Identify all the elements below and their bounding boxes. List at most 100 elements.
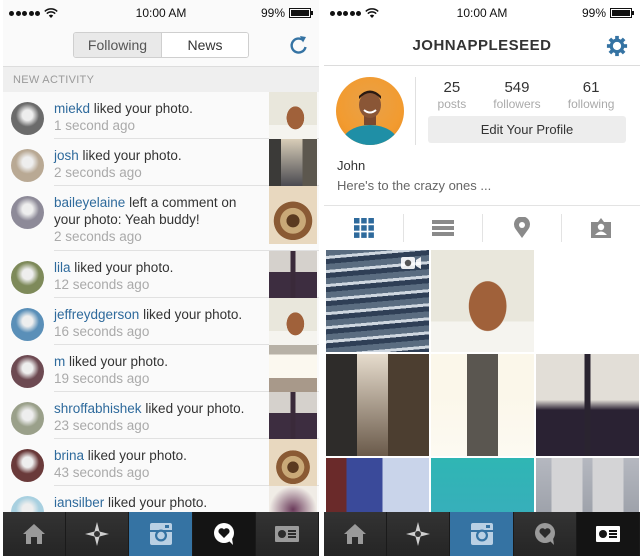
grid-photo[interactable] bbox=[536, 250, 639, 352]
activity-username[interactable]: josh bbox=[54, 148, 79, 163]
user-avatar[interactable] bbox=[11, 149, 44, 182]
photo-thumbnail[interactable] bbox=[269, 392, 317, 439]
segment-news[interactable]: News bbox=[161, 33, 248, 57]
wifi-icon bbox=[44, 7, 58, 18]
grid-photo[interactable] bbox=[326, 354, 429, 456]
view-tab-tagged[interactable] bbox=[561, 206, 640, 250]
user-avatar[interactable] bbox=[11, 355, 44, 388]
activity-item[interactable]: miekd liked your photo. 1 second ago bbox=[3, 92, 319, 139]
user-avatar[interactable] bbox=[11, 402, 44, 435]
activity-username[interactable]: baileyelaine bbox=[54, 195, 125, 210]
activity-username[interactable]: iansilber bbox=[54, 495, 104, 510]
tab-news[interactable] bbox=[513, 512, 577, 556]
user-avatar[interactable] bbox=[11, 308, 44, 341]
activity-username[interactable]: brina bbox=[54, 448, 84, 463]
battery-percent: 99% bbox=[581, 6, 606, 20]
activity-item[interactable]: josh liked your photo. 2 seconds ago bbox=[3, 139, 319, 186]
tab-profile[interactable] bbox=[576, 512, 640, 556]
battery-icon bbox=[289, 8, 313, 18]
activity-username[interactable]: miekd bbox=[54, 101, 90, 116]
profile-username: JOHNAPPLESEED bbox=[412, 37, 552, 54]
news-icon bbox=[213, 523, 234, 545]
activity-username[interactable]: shroffabhishek bbox=[54, 401, 142, 416]
tab-home[interactable] bbox=[3, 512, 67, 556]
activity-time: 16 seconds ago bbox=[54, 324, 150, 339]
profile-header: JOHNAPPLESEED bbox=[324, 26, 640, 66]
activity-username[interactable]: jeffreydgerson bbox=[54, 307, 139, 322]
status-bar: 10:00 AM 99% bbox=[3, 0, 319, 26]
profile-avatar[interactable] bbox=[336, 77, 404, 145]
feed-segmented-control: Following News bbox=[73, 32, 249, 58]
news-icon bbox=[534, 523, 555, 545]
tab-explore[interactable] bbox=[387, 512, 451, 556]
photo-thumbnail[interactable] bbox=[269, 298, 317, 345]
activity-action: liked your photo. bbox=[78, 148, 182, 163]
activity-item[interactable]: lila liked your photo. 12 seconds ago bbox=[3, 251, 319, 298]
activity-item[interactable]: jeffreydgerson liked your photo. 16 seco… bbox=[3, 298, 319, 345]
activity-action: liked your photo. bbox=[65, 354, 169, 369]
photo-thumbnail[interactable] bbox=[269, 345, 317, 392]
activity-username[interactable]: lila bbox=[54, 260, 71, 275]
location-pin-icon bbox=[513, 217, 530, 238]
activity-time: 1 second ago bbox=[54, 118, 136, 133]
activity-action: liked your photo. bbox=[139, 307, 243, 322]
user-avatar[interactable] bbox=[11, 261, 44, 294]
profile-screen: 10:00 AM 99% JOHNAPPLESEED 25 posts 549 … bbox=[324, 0, 640, 556]
segment-following[interactable]: Following bbox=[74, 33, 161, 57]
user-avatar[interactable] bbox=[11, 196, 44, 229]
news-screen: 10:00 AM 99% Following News NEW ACTIVITY… bbox=[3, 0, 319, 556]
stat-followers[interactable]: 549 followers bbox=[493, 79, 540, 111]
photo-thumbnail[interactable] bbox=[269, 251, 317, 298]
video-icon bbox=[401, 257, 421, 269]
signal-bars-icon bbox=[330, 10, 361, 16]
tab-camera[interactable] bbox=[129, 512, 193, 556]
activity-list[interactable]: miekd liked your photo. 1 second ago jos… bbox=[3, 92, 319, 533]
news-header: Following News bbox=[3, 26, 319, 64]
view-tab-grid[interactable] bbox=[324, 206, 403, 250]
tab-profile[interactable] bbox=[255, 512, 319, 556]
photo-thumbnail[interactable] bbox=[269, 186, 317, 244]
section-new-activity: NEW ACTIVITY bbox=[3, 66, 319, 92]
tagged-photos-icon bbox=[590, 218, 611, 238]
grid-photo[interactable] bbox=[536, 354, 639, 456]
activity-time: 43 seconds ago bbox=[54, 465, 150, 480]
grid-photo[interactable] bbox=[431, 354, 534, 456]
photo-thumbnail[interactable] bbox=[269, 92, 317, 139]
grid-photo[interactable] bbox=[431, 250, 534, 352]
tab-home[interactable] bbox=[324, 512, 388, 556]
tab-news[interactable] bbox=[192, 512, 256, 556]
stat-posts[interactable]: 25 posts bbox=[438, 79, 467, 111]
activity-item[interactable]: brina liked your photo. 43 seconds ago bbox=[3, 439, 319, 486]
status-bar: 10:00 AM 99% bbox=[324, 0, 640, 26]
activity-item[interactable]: shroffabhishek liked your photo. 23 seco… bbox=[3, 392, 319, 439]
wifi-icon bbox=[365, 7, 379, 18]
photo-thumbnail[interactable] bbox=[269, 139, 317, 186]
edit-profile-button[interactable]: Edit Your Profile bbox=[428, 116, 626, 143]
refresh-icon[interactable] bbox=[289, 34, 309, 56]
gear-icon[interactable] bbox=[606, 35, 628, 57]
activity-action: liked your photo. bbox=[70, 260, 174, 275]
photo-thumbnail[interactable] bbox=[269, 439, 317, 486]
tab-explore[interactable] bbox=[66, 512, 130, 556]
profile-stats: 25 posts 549 followers 61 following bbox=[424, 79, 628, 111]
activity-username[interactable]: m bbox=[54, 354, 65, 369]
tab-camera[interactable] bbox=[450, 512, 514, 556]
profile-bio: Here's to the crazy ones ... bbox=[337, 178, 492, 193]
activity-time: 19 seconds ago bbox=[54, 371, 150, 386]
activity-time: 2 seconds ago bbox=[54, 165, 142, 180]
activity-time: 12 seconds ago bbox=[54, 277, 150, 292]
profile-icon bbox=[595, 526, 620, 542]
user-avatar[interactable] bbox=[11, 449, 44, 482]
stat-following[interactable]: 61 following bbox=[568, 79, 615, 111]
activity-item[interactable]: m liked your photo. 19 seconds ago bbox=[3, 345, 319, 392]
user-avatar[interactable] bbox=[11, 102, 44, 135]
signal-indicator bbox=[9, 7, 58, 19]
activity-item[interactable]: baileyelaine left a comment on your phot… bbox=[3, 186, 319, 251]
divider bbox=[415, 77, 416, 145]
activity-action: liked your photo. bbox=[84, 448, 187, 463]
view-tab-map[interactable] bbox=[482, 206, 561, 250]
activity-action: liked your photo. bbox=[104, 495, 208, 510]
grid-photo[interactable] bbox=[326, 250, 429, 352]
view-tab-list[interactable] bbox=[403, 206, 482, 250]
tab-bar bbox=[324, 512, 640, 556]
